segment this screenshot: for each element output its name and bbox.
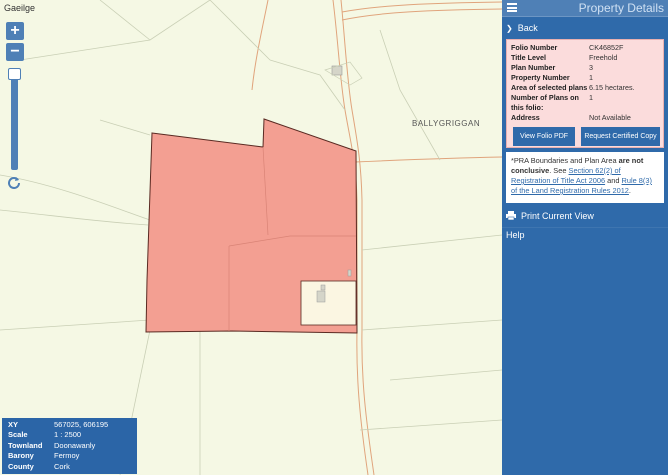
menu-icon[interactable] [507,3,517,12]
zoom-slider-track[interactable] [11,68,18,170]
info-key: Barony [8,451,34,461]
folio-row: Address Not Available [511,113,635,123]
folio-value: 6.15 hectares. [589,83,635,92]
info-key: XY [8,420,19,429]
folio-details-table: Folio Number CK46852F Title Level Freehold P… [511,43,635,123]
disclaimer-text: *PRA Boundaries and Plan Area [511,156,619,165]
disclaimer-text: and [605,176,622,185]
folio-key: Area of selected plans [511,83,588,92]
folio-row: Property Number 1 [511,73,635,83]
folio-key: Address [511,113,540,122]
folio-key: Plan Number [511,63,556,72]
folio-value: Not Available [589,113,631,122]
map-view[interactable]: Gaeilge + − BALLYGRIGGAN XY 567025, 60619… [0,0,502,475]
info-key: Townland [8,440,43,450]
folio-row: Title Level Freehold [511,53,635,63]
folio-card: Folio Number CK46852F Title Level Freehold P… [506,39,664,148]
help-label: Help [506,230,525,240]
folio-value: CK46852F [589,43,624,52]
map-canvas[interactable] [0,0,502,475]
language-link[interactable]: Gaeilge [4,3,35,13]
folio-row: Plan Number 3 [511,63,635,73]
folio-key: Title Level [511,53,547,62]
disclaimer-text: . See [549,166,569,175]
folio-key: Folio Number [511,43,558,52]
zoom-slider-handle[interactable] [8,68,21,80]
coordinate-info-box: XY 567025, 606195 Scale 1 : 2500 Townland Doo… [2,418,137,474]
chevron-right-icon: ❯ [506,24,513,33]
folio-row: Folio Number CK46852F [511,43,635,53]
print-current-view-button[interactable]: Print Current View [502,208,668,225]
info-row: Barony Fermoy [6,451,133,461]
refresh-icon[interactable] [7,175,21,189]
view-folio-pdf-button[interactable]: View Folio PDF [513,127,575,146]
zoom-in-button[interactable]: + [6,22,24,40]
house-building [316,290,326,303]
folio-row: Number of Plans on this folio: 1 [511,93,635,113]
folio-key: Number of Plans on this folio: [511,93,579,112]
info-key: Scale [8,430,28,440]
folio-value: 1 [589,73,593,82]
folio-value: 3 [589,63,593,72]
printer-icon [506,211,516,221]
folio-key: Property Number [511,73,570,82]
panel-title: Property Details [578,1,664,15]
disclaimer-box: *PRA Boundaries and Plan Area are not co… [506,152,664,203]
info-value: Cork [54,461,70,471]
folio-row: Area of selected plans 6.15 hectares. [511,83,635,93]
zoom-out-button[interactable]: − [6,43,24,61]
info-key: County [8,461,34,471]
folio-value: 1 [589,93,593,102]
panel-header: Property Details [502,0,668,17]
request-certified-copy-button[interactable]: Request Certified Copy [581,127,660,146]
print-label: Print Current View [521,211,594,221]
info-row: County Cork [6,462,133,472]
info-value: Fermoy [54,451,80,461]
info-value: 1 : 2500 [54,430,82,440]
info-row: XY 567025, 606195 [6,420,133,430]
info-value: 567025, 606195 [54,420,109,429]
property-details-panel: Property Details ❯ Back Folio Number CK468… [502,0,668,475]
back-button[interactable]: ❯ Back [502,17,668,36]
house-plot [300,280,357,326]
info-row: Townland Doonawanly [6,441,133,451]
info-value: Doonawanly [54,440,96,450]
help-button[interactable]: Help [502,227,668,242]
townland-map-label: BALLYGRIGGAN [412,119,481,128]
info-row: Scale 1 : 2500 [6,430,133,440]
folio-value: Freehold [589,53,618,62]
disclaimer-text: . [628,186,631,195]
back-label: Back [517,23,538,33]
